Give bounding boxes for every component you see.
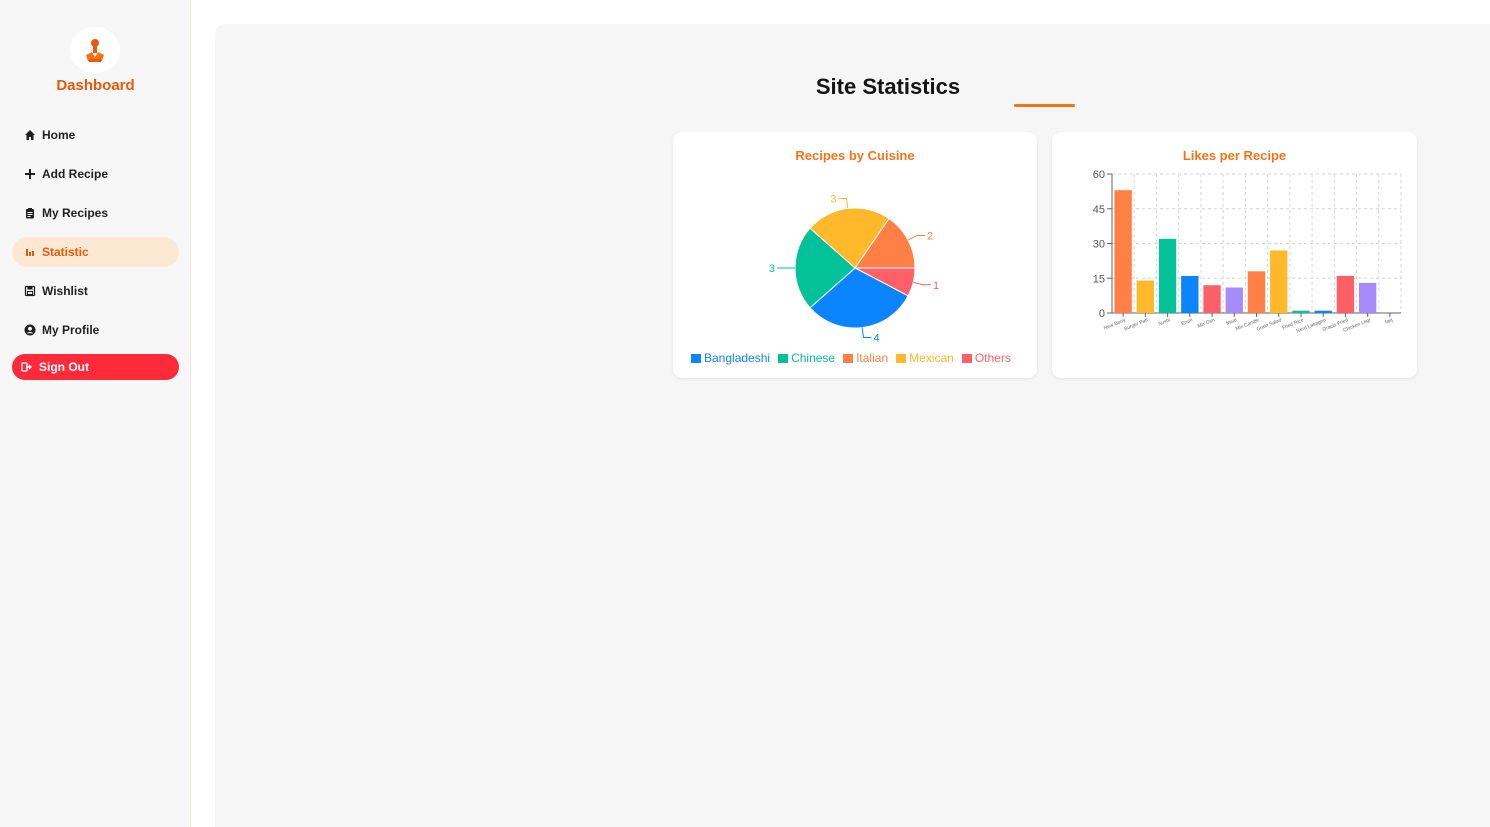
bar-chart-icon: [24, 246, 36, 258]
y-tick-label: 45: [1093, 204, 1105, 216]
brand-title: Dashboard: [56, 77, 135, 94]
sidebar-item-label: Home: [42, 128, 76, 142]
pie-chart: 1 4 3 3 2: [769, 194, 939, 345]
y-tick-label: 30: [1093, 239, 1105, 251]
legend-label: Others: [974, 351, 1011, 365]
clipboard-icon: [24, 207, 36, 219]
pie-label-line: [907, 234, 925, 241]
legend-swatch: [896, 353, 907, 363]
bar[interactable]: [1181, 275, 1199, 313]
page-title: Site Statistics: [815, 74, 961, 99]
y-tick-label: 0: [1099, 308, 1105, 320]
sidebar-item-my-recipes[interactable]: My Recipes: [12, 198, 179, 228]
legend-swatch: [961, 353, 972, 363]
sign-out-button[interactable]: Sign Out: [12, 354, 179, 380]
y-tick-label: 60: [1093, 169, 1105, 181]
sidebar-item-label: My Recipes: [42, 206, 109, 220]
pie-value-label: 1: [933, 280, 939, 292]
sign-out-icon: [21, 361, 33, 373]
y-tick-label: 15: [1093, 273, 1105, 285]
legend-swatch: [691, 353, 701, 363]
bar[interactable]: [1136, 280, 1155, 313]
save-icon: [24, 285, 36, 297]
legend-label: Bangladeshi: [704, 351, 771, 365]
bar[interactable]: [1314, 310, 1332, 313]
x-tick-label: Burger Patt: [1123, 317, 1149, 332]
sidebar-item-statistic[interactable]: Statistic: [12, 237, 179, 267]
sidebar-item-label: Statistic: [42, 245, 89, 259]
bar[interactable]: [1225, 287, 1243, 313]
pie-label-line: [861, 327, 872, 338]
pie-chart-legend: Bangladeshi Chinese Italian Mexican Others: [691, 351, 1019, 365]
legend-swatch: [843, 353, 854, 363]
bar[interactable]: [1358, 282, 1377, 313]
sidebar-item-label: My Profile: [42, 323, 100, 337]
sidebar-item-add-recipe[interactable]: Add Recipe: [12, 159, 179, 189]
pie-value-label: 3: [830, 194, 836, 206]
legend-item-mexican[interactable]: Mexican: [896, 351, 954, 365]
legend-item-chinese[interactable]: Chinese: [778, 351, 835, 365]
bar[interactable]: [1114, 190, 1132, 313]
x-tick-label: faiij: [1384, 317, 1393, 325]
x-tick-label: Grain Salad: [1256, 317, 1283, 333]
x-tick-label: Enuri: [1180, 317, 1193, 327]
home-icon: [24, 129, 36, 141]
legend-swatch: [778, 353, 789, 363]
pie-label-line: [838, 198, 849, 209]
bar[interactable]: [1270, 250, 1288, 313]
title-underline: [1014, 104, 1075, 107]
sidebar-item-home[interactable]: Home: [12, 120, 179, 150]
sidebar: Dashboard Home Add Recipe My Recipes Sta…: [0, 0, 191, 827]
bar[interactable]: [1203, 285, 1221, 313]
bar[interactable]: [1158, 238, 1177, 313]
legend-item-bangladeshi[interactable]: Bangladeshi: [691, 351, 770, 365]
pie-chart-card: Recipes by Cuisine 14332 Bangladeshi Chin…: [673, 132, 1037, 378]
pie-value-label: 2: [927, 230, 933, 242]
legend-item-italian[interactable]: Italian: [843, 351, 888, 365]
bar[interactable]: [1336, 275, 1355, 313]
chef-logo[interactable]: [70, 27, 120, 73]
plus-icon: [24, 168, 36, 180]
sidebar-item-label: Add Recipe: [42, 167, 109, 181]
pie-value-label: 3: [769, 263, 775, 275]
legend-label: Italian: [856, 351, 889, 365]
x-tick-label: Mix Dim: [1197, 317, 1216, 329]
sidebar-item-label: Wishlist: [42, 284, 88, 298]
pie-value-label: 4: [873, 332, 879, 344]
bar[interactable]: [1292, 310, 1310, 313]
sidebar-item-wishlist[interactable]: Wishlist: [12, 276, 179, 306]
bar-chart: 015304560New BerryBurger Patt Sushi Enuri M…: [1093, 169, 1402, 335]
app-root: Dashboard Home Add Recipe My Recipes Sta…: [0, 0, 1490, 827]
legend-item-others[interactable]: Others: [961, 351, 1011, 365]
sign-out-label: Sign Out: [39, 360, 89, 374]
x-tick-label: Sushi: [1157, 317, 1171, 327]
user-circle-icon: [24, 324, 36, 336]
sidebar-item-my-profile[interactable]: My Profile: [12, 315, 179, 345]
pie-label-line: [913, 281, 931, 286]
bar-chart-card: Likes per Recipe 0 15 30 45 60 New Berry Burge…: [1052, 132, 1417, 378]
legend-label: Chinese: [791, 351, 836, 365]
bar[interactable]: [1247, 271, 1266, 313]
legend-label: Mexican: [909, 351, 954, 365]
chef-hat-icon: [86, 39, 104, 62]
